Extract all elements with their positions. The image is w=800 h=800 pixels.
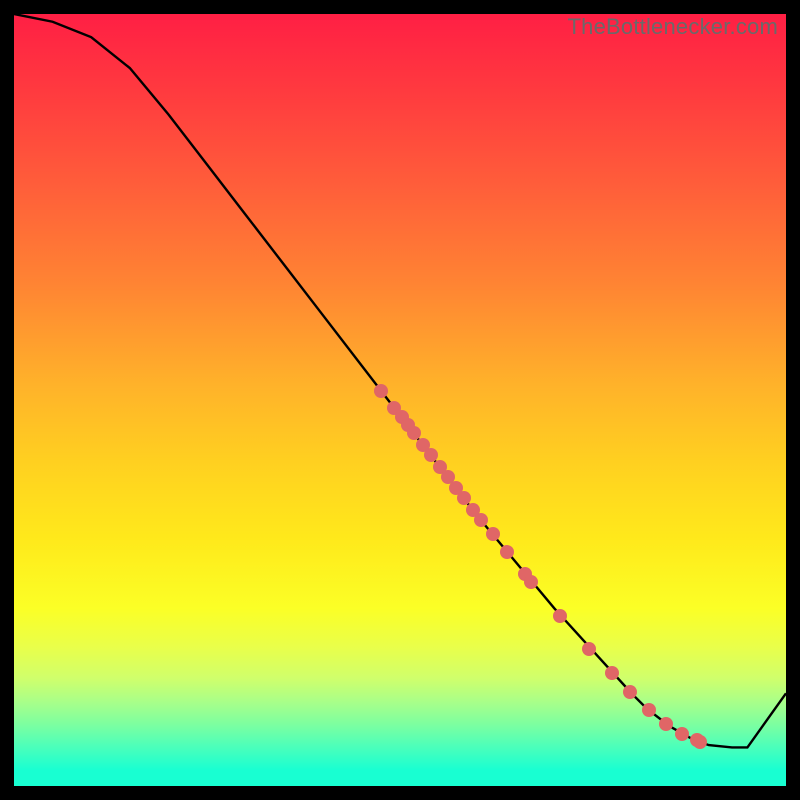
data-point	[605, 666, 619, 680]
data-point	[675, 727, 689, 741]
data-point	[486, 527, 500, 541]
data-point	[374, 384, 388, 398]
data-point	[424, 448, 438, 462]
data-point	[474, 513, 488, 527]
data-point	[642, 703, 656, 717]
data-point	[623, 685, 637, 699]
watermark-text: TheBottlenecker.com	[568, 14, 778, 40]
data-point	[500, 545, 514, 559]
data-points-layer	[14, 14, 786, 786]
chart-container: TheBottlenecker.com	[0, 0, 800, 800]
data-point	[524, 575, 538, 589]
data-point	[553, 609, 567, 623]
plot-area: TheBottlenecker.com	[14, 14, 786, 786]
data-point	[693, 735, 707, 749]
data-point	[582, 642, 596, 656]
data-point	[659, 717, 673, 731]
